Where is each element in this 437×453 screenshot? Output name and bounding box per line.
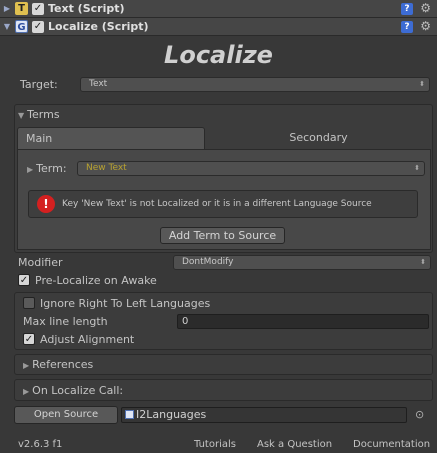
documentation-link[interactable]: Documentation [353,439,430,450]
tab-secondary[interactable]: Secondary [206,127,431,150]
max-line-label: Max line length [23,315,108,328]
pre-localize-label: Pre-Localize on Awake [35,274,157,287]
foldout-arrow-icon: ▼ [18,111,25,120]
on-localize-foldout[interactable]: ▶ On Localize Call: [23,384,123,397]
foldout-arrow-icon: ▶ [27,165,34,174]
enable-checkbox[interactable]: ✓ [32,2,44,15]
gear-icon[interactable]: ⚙ [420,19,431,33]
text-script-header[interactable]: ▶ T ✓ Text (Script) ? ⚙ [0,0,437,18]
localize-script-header[interactable]: ▼ G ✓ Localize (Script) ? ⚙ [0,18,437,36]
foldout-arrow-icon[interactable]: ▼ [1,22,13,31]
pre-localize-checkbox[interactable]: ✓ [18,274,30,286]
term-dropdown[interactable]: New Text ⬍ [77,161,425,176]
modifier-value: DontModify [182,257,234,267]
modifier-dropdown[interactable]: DontModify ⬍ [173,255,431,270]
dropdown-arrow-icon: ⬍ [414,164,420,172]
tab-main[interactable]: Main [17,127,205,150]
component-title: Localize (Script) [48,20,149,33]
enable-checkbox[interactable]: ✓ [32,20,44,33]
error-box: ! Key 'New Text' is not Localized or it … [28,190,418,218]
error-message: Key 'New Text' is not Localized or it is… [62,199,372,209]
references-foldout[interactable]: ▶ References [23,358,93,371]
references-label: References [32,358,94,371]
source-value: I2Languages [136,408,207,421]
adjust-alignment-label: Adjust Alignment [40,333,135,346]
target-label: Target: [20,78,58,91]
target-value: Text [89,79,108,89]
dropdown-arrow-icon: ⬍ [419,80,425,88]
localize-component-icon: G [15,20,28,33]
open-source-button[interactable]: Open Source [14,406,118,424]
term-row[interactable]: ▶ Term: [27,162,67,175]
ignore-rtl-label: Ignore Right To Left Languages [40,297,211,310]
terms-foldout[interactable]: ▼ Terms [18,108,60,121]
add-term-button[interactable]: Add Term to Source [160,227,285,244]
object-picker-icon[interactable]: ⊙ [415,408,424,421]
adjust-alignment-checkbox[interactable]: ✓ [23,333,35,345]
term-value: New Text [86,163,127,173]
help-icon[interactable]: ? [401,3,413,15]
source-object-field[interactable]: I2Languages [121,407,407,423]
language-source-icon [125,410,134,419]
foldout-arrow-icon[interactable]: ▶ [1,4,13,13]
max-line-input[interactable]: 0 [177,314,429,329]
ignore-rtl-checkbox[interactable] [23,297,35,309]
version-label: v2.6.3 f1 [18,439,63,450]
error-icon: ! [37,195,55,213]
help-icon[interactable]: ? [401,21,413,33]
modifier-label: Modifier [18,256,63,269]
text-component-icon: T [15,2,28,15]
target-dropdown[interactable]: Text ⬍ [80,77,430,92]
dropdown-arrow-icon: ⬍ [420,258,426,266]
foldout-arrow-icon: ▶ [23,361,30,370]
term-label: Term: [36,162,67,175]
terms-label: Terms [27,108,60,121]
page-title: Localize [164,41,273,69]
foldout-arrow-icon: ▶ [23,387,30,396]
on-localize-label: On Localize Call: [32,384,124,397]
tutorials-link[interactable]: Tutorials [194,439,236,450]
component-title: Text (Script) [48,2,125,15]
gear-icon[interactable]: ⚙ [420,1,431,15]
ask-question-link[interactable]: Ask a Question [257,439,332,450]
